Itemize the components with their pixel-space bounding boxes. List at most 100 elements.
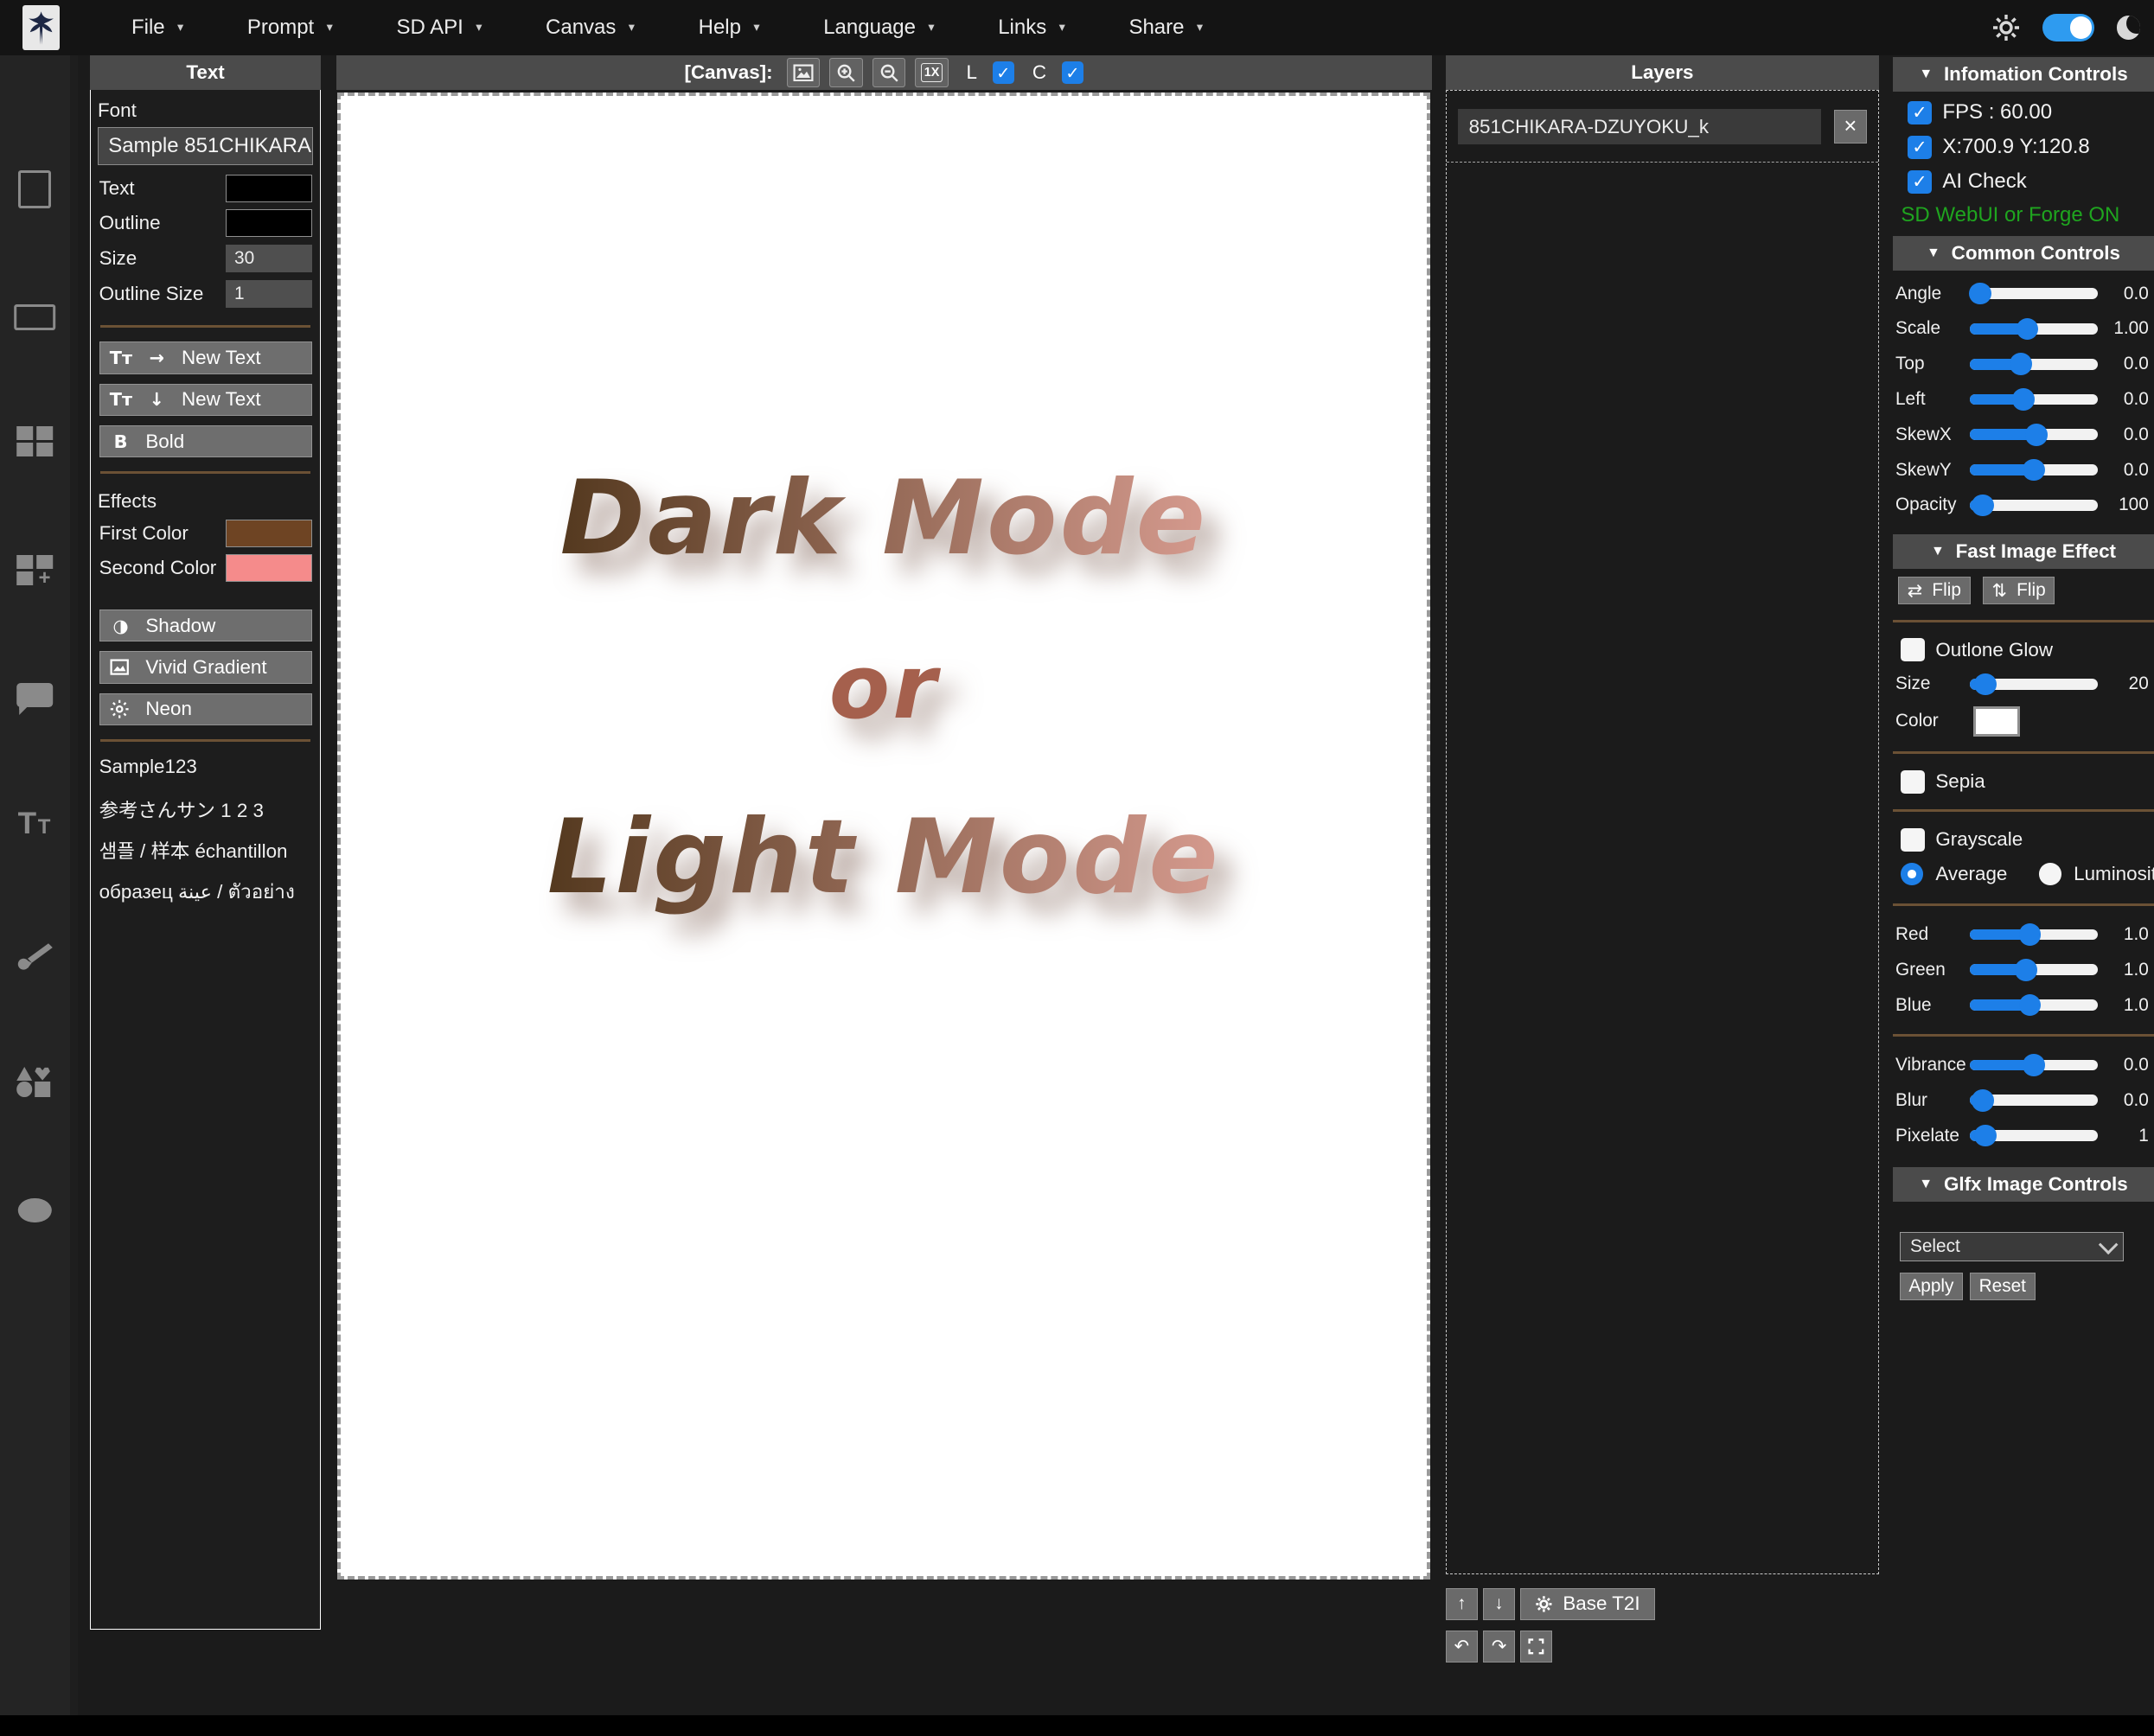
- outline-size-input[interactable]: 1: [226, 280, 311, 308]
- skewx-slider[interactable]: [1970, 429, 2097, 440]
- layer-row[interactable]: 851CHIKARA-DZUYOKU_k ×: [1447, 91, 1878, 163]
- delete-layer-button[interactable]: ×: [1834, 110, 1867, 143]
- left-slider[interactable]: [1970, 394, 2097, 405]
- flip-vertical-button[interactable]: ⇅Flip: [1983, 577, 2055, 604]
- fps-checkbox[interactable]: ✓: [1908, 101, 1931, 124]
- glfx-image-controls-header[interactable]: ▼Glfx Image Controls: [1893, 1167, 2154, 1202]
- sepia-checkbox[interactable]: [1901, 770, 1924, 794]
- size-input[interactable]: 30: [226, 245, 311, 272]
- l-checkbox[interactable]: ✓: [993, 61, 1015, 84]
- neon-button[interactable]: Neon: [99, 693, 312, 725]
- first-color-row: First Color: [98, 515, 313, 551]
- chevron-down-icon: ▾: [1059, 21, 1065, 35]
- new-text-right-button[interactable]: Tᴛ → New Text: [99, 341, 312, 373]
- portrait-canvas-icon[interactable]: [18, 170, 51, 208]
- second-color-swatch[interactable]: [226, 554, 311, 582]
- fast-image-effect-header[interactable]: ▼Fast Image Effect: [1893, 534, 2154, 569]
- menu-share[interactable]: Share▾: [1128, 16, 1203, 40]
- coords-checkbox[interactable]: ✓: [1908, 136, 1931, 159]
- top-slider[interactable]: [1970, 359, 2097, 370]
- slider-thumb[interactable]: [2015, 959, 2037, 981]
- angle-slider[interactable]: [1970, 288, 2097, 299]
- average-radio[interactable]: [1901, 863, 1923, 885]
- scale-slider[interactable]: [1970, 323, 2097, 335]
- slider-thumb[interactable]: [1972, 1089, 1994, 1112]
- luminosity-radio[interactable]: [2039, 863, 2061, 885]
- reset-button[interactable]: Reset: [1970, 1273, 2036, 1300]
- slider-thumb[interactable]: [2023, 459, 2045, 482]
- bold-button[interactable]: B Bold: [99, 425, 312, 457]
- landscape-canvas-icon[interactable]: [15, 304, 56, 330]
- slider-thumb[interactable]: [1974, 1125, 1997, 1147]
- blue-slider[interactable]: [1970, 999, 2097, 1011]
- glow-size-slider[interactable]: [1970, 679, 2097, 690]
- information-controls-header[interactable]: ▼Infomation Controls: [1893, 57, 2154, 92]
- green-slider[interactable]: [1970, 964, 2097, 975]
- menu-language[interactable]: Language▾: [823, 16, 934, 40]
- menu-help[interactable]: Help▾: [699, 16, 760, 40]
- redo-button[interactable]: ↷: [1483, 1631, 1515, 1663]
- slider-thumb[interactable]: [2023, 1054, 2045, 1076]
- shadow-button[interactable]: ◑ Shadow: [99, 610, 312, 641]
- slider-thumb[interactable]: [1972, 495, 1994, 517]
- move-layer-down-button[interactable]: ↓: [1483, 1588, 1515, 1620]
- redo-icon: ↷: [1492, 1636, 1506, 1657]
- info-icon[interactable]: i: [18, 1198, 51, 1223]
- slider-thumb[interactable]: [2010, 353, 2032, 375]
- font-select[interactable]: Sample 851CHIKARA-D: [98, 127, 313, 165]
- paintbrush-icon[interactable]: [16, 941, 54, 973]
- outline-glow-checkbox[interactable]: [1901, 638, 1924, 661]
- menu-file[interactable]: File▾: [131, 16, 183, 40]
- opacity-slider[interactable]: [1970, 500, 2097, 511]
- dark-mode-toggle[interactable]: [2042, 14, 2095, 41]
- outline-color-swatch[interactable]: [226, 209, 311, 237]
- layer-name-input[interactable]: 851CHIKARA-DZUYOKU_k: [1458, 109, 1821, 145]
- fullscreen-button[interactable]: [1520, 1631, 1552, 1663]
- common-controls-header[interactable]: ▼Common Controls: [1893, 236, 2154, 271]
- flip-horizontal-button[interactable]: ⇄Flip: [1898, 577, 1970, 604]
- coords-checkbox-row: ✓ X:700.9 Y:120.8: [1893, 130, 2154, 164]
- glfx-select[interactable]: Select: [1900, 1232, 2125, 1261]
- menu-canvas[interactable]: Canvas▾: [546, 16, 635, 40]
- chevron-down-icon: ▾: [327, 21, 333, 35]
- chat-bubble-icon[interactable]: [17, 683, 54, 706]
- slider-thumb[interactable]: [2019, 994, 2042, 1017]
- menu-sd-api[interactable]: SD API▾: [396, 16, 482, 40]
- art-line: Light Mode: [547, 797, 1221, 916]
- zoom-1x-button[interactable]: 1X: [915, 58, 948, 87]
- drawing-canvas[interactable]: Dark Mode or Light Mode: [337, 93, 1430, 1580]
- layout-grid-icon[interactable]: [17, 426, 54, 456]
- export-image-button[interactable]: [787, 58, 820, 87]
- pixelate-slider[interactable]: [1970, 1130, 2097, 1141]
- move-layer-up-button[interactable]: ↑: [1446, 1588, 1478, 1620]
- settings-gear-icon[interactable]: [1992, 14, 2020, 41]
- text-tool-icon[interactable]: TT: [18, 807, 52, 841]
- slider-thumb[interactable]: [2017, 318, 2039, 341]
- slider-thumb[interactable]: [1974, 673, 1997, 696]
- undo-button[interactable]: ↶: [1446, 1631, 1478, 1663]
- base-t2i-button[interactable]: Base T2I: [1520, 1588, 1654, 1620]
- vibrance-slider[interactable]: [1970, 1060, 2097, 1071]
- ai-check-checkbox[interactable]: ✓: [1908, 170, 1931, 194]
- new-text-down-button[interactable]: Tᴛ ↓ New Text: [99, 384, 312, 416]
- zoom-in-button[interactable]: [829, 58, 862, 87]
- skewy-slider[interactable]: [1970, 464, 2097, 475]
- slider-thumb[interactable]: [2012, 388, 2035, 411]
- shapes-icon[interactable]: [17, 1065, 54, 1097]
- slider-thumb[interactable]: [2019, 923, 2042, 946]
- vivid-gradient-button[interactable]: Vivid Gradient: [99, 651, 312, 683]
- red-slider[interactable]: [1970, 929, 2097, 941]
- slider-thumb[interactable]: [2025, 424, 2048, 446]
- blur-slider[interactable]: [1970, 1095, 2097, 1106]
- add-grid-icon[interactable]: +: [17, 555, 54, 585]
- slider-thumb[interactable]: [1969, 283, 1991, 305]
- c-checkbox[interactable]: ✓: [1062, 61, 1084, 84]
- menu-links[interactable]: Links▾: [998, 16, 1065, 40]
- menu-prompt[interactable]: Prompt▾: [247, 16, 333, 40]
- apply-button[interactable]: Apply: [1900, 1273, 1963, 1300]
- glow-color-swatch[interactable]: [1973, 706, 2020, 737]
- grayscale-checkbox[interactable]: [1901, 828, 1924, 852]
- first-color-swatch[interactable]: [226, 520, 311, 547]
- text-color-swatch[interactable]: [226, 175, 311, 202]
- zoom-out-button[interactable]: [872, 58, 905, 87]
